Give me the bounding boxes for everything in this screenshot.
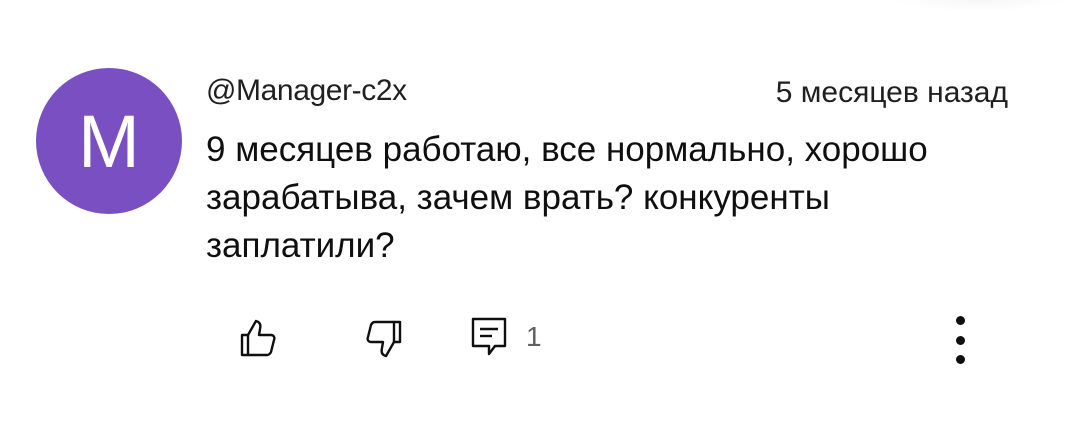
comment-icon (471, 317, 507, 356)
comment-text: 9 месяцев работаю, все нормально, хорошо… (206, 130, 928, 265)
comment-card: M @Manager-c2x 5 месяцев назад 9 месяцев… (0, 0, 1080, 423)
reply-button[interactable]: 1 (470, 315, 550, 359)
reply-count: 1 (526, 321, 542, 352)
author-handle[interactable]: @Manager-c2x (206, 74, 407, 108)
avatar-letter: M (78, 99, 140, 183)
thumbs-up-icon (240, 319, 276, 357)
more-options-button[interactable] (944, 312, 976, 368)
thumbs-down-icon (366, 320, 402, 358)
comment-timestamp[interactable]: 5 месяцев назад (776, 76, 1008, 110)
avatar[interactable]: M (36, 68, 182, 214)
more-vertical-icon (955, 316, 965, 325)
dislike-button[interactable] (362, 316, 406, 360)
top-shade (880, 0, 1080, 12)
like-button[interactable] (236, 316, 280, 360)
